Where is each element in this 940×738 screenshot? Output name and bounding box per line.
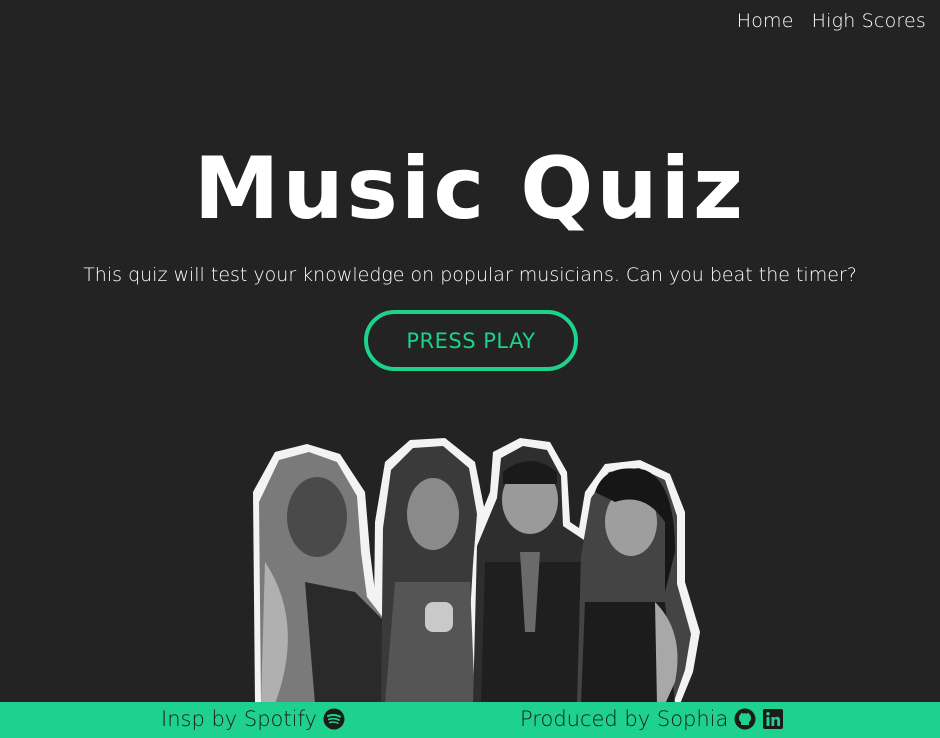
press-play-button[interactable]: PRESS PLAY xyxy=(364,310,578,371)
footer-inspiration-text: Insp by Spotify xyxy=(161,707,317,731)
nav-home-link[interactable]: Home xyxy=(737,10,794,32)
nav-high-scores-link[interactable]: High Scores xyxy=(812,10,926,32)
linkedin-icon[interactable] xyxy=(762,708,784,730)
footer-author-text: Produced by Sophia xyxy=(520,707,729,731)
top-nav: Home High Scores xyxy=(737,10,926,32)
page-footer: Insp by Spotify Produced by Sophia xyxy=(0,702,940,738)
spotify-icon[interactable] xyxy=(323,708,345,730)
github-icon[interactable] xyxy=(734,708,756,730)
musician-collage-icon xyxy=(253,438,700,704)
footer-credit-left: Insp by Spotify xyxy=(161,707,345,731)
page-title: Music Quiz xyxy=(193,139,747,239)
page-subtitle: This quiz will test your knowledge on po… xyxy=(83,264,857,286)
musician-collage-image xyxy=(245,432,705,704)
footer-credit-right: Produced by Sophia xyxy=(520,707,784,731)
